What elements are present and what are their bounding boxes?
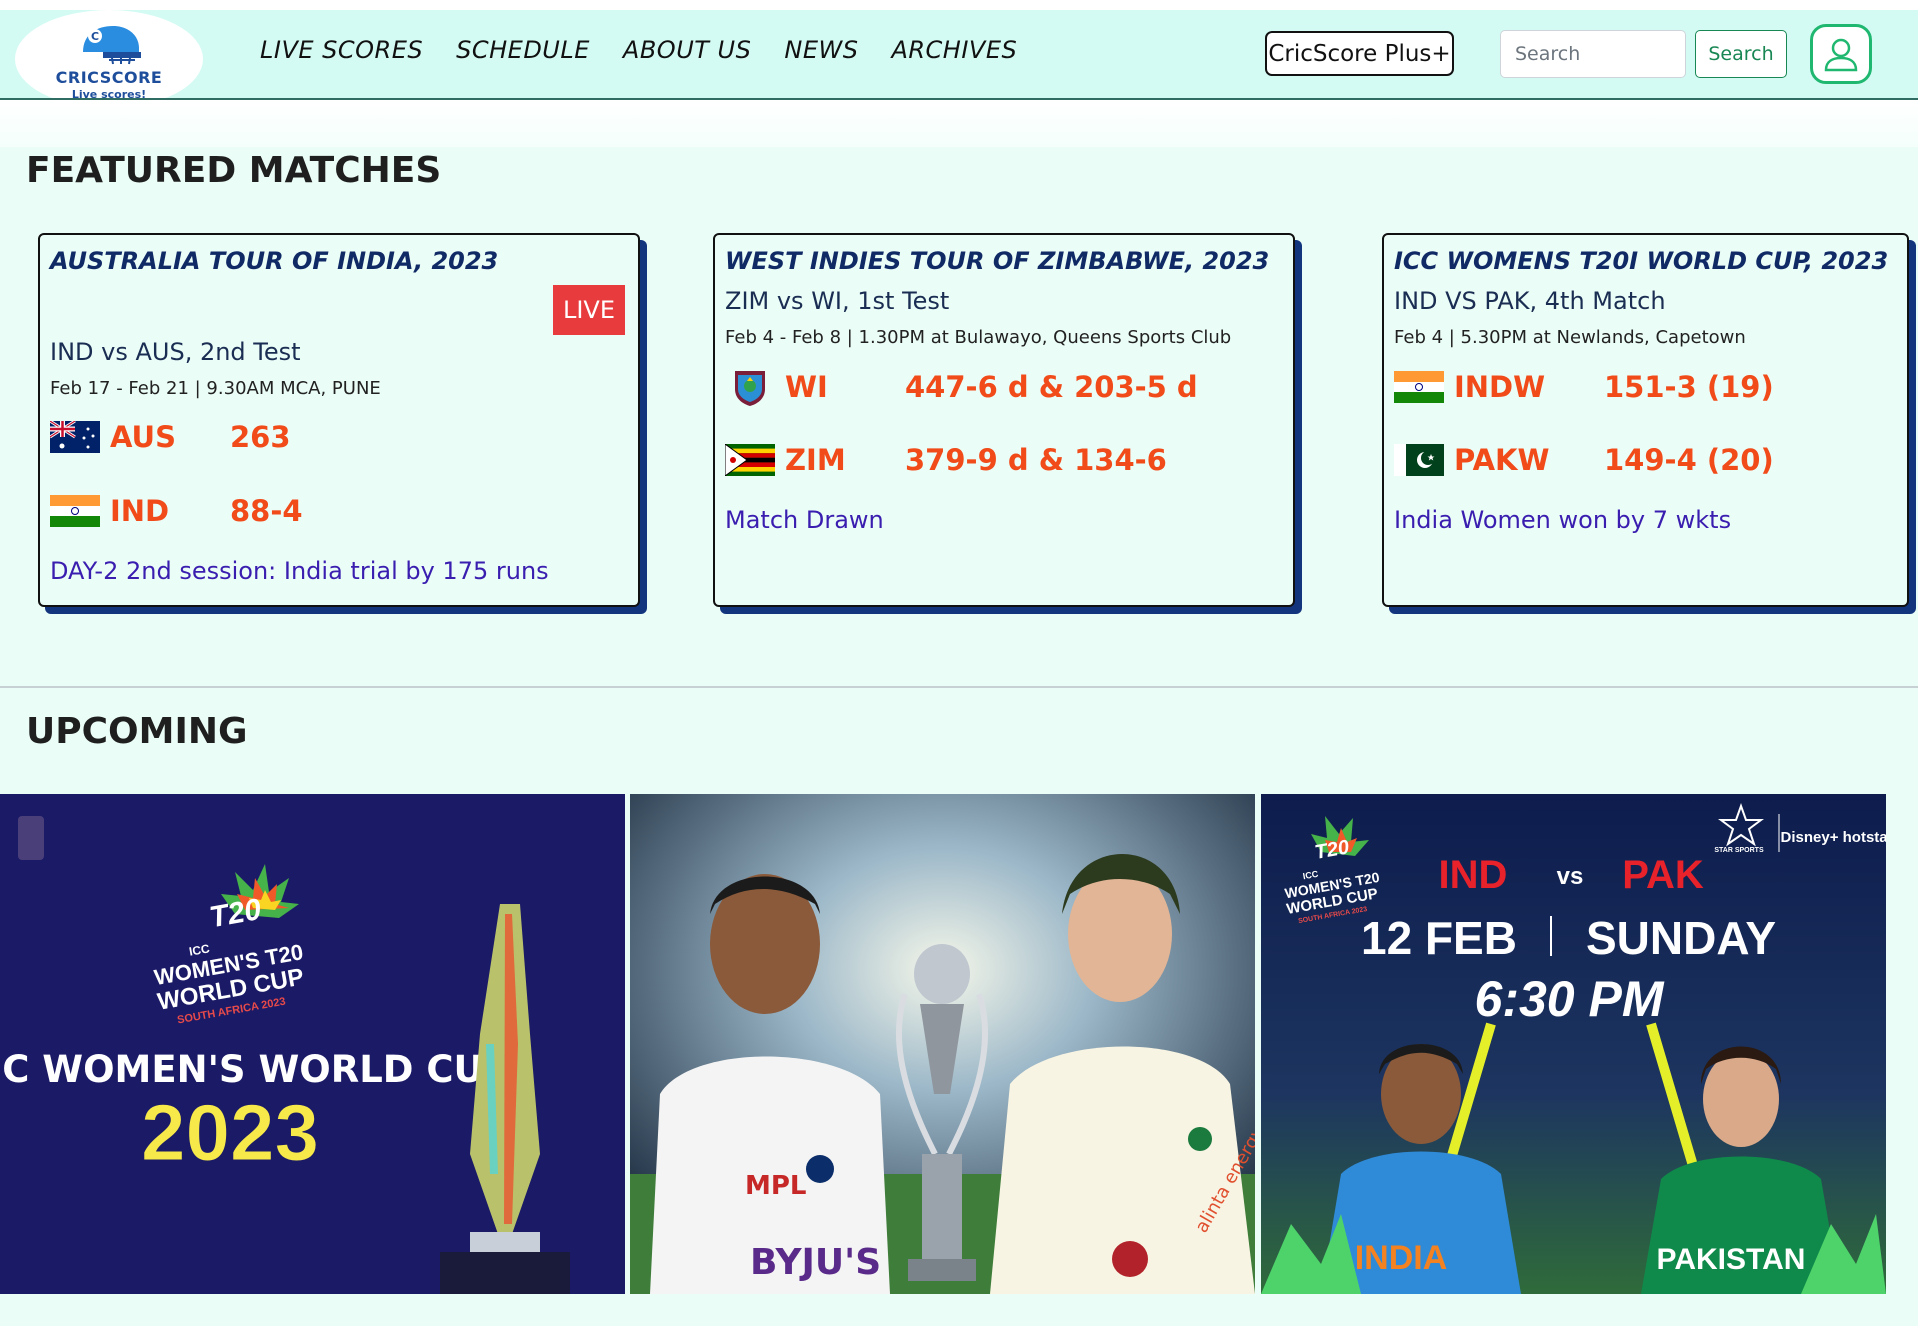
card-result-text: India Women won by 7 wkts <box>1394 506 1732 534</box>
card-match-title: IND VS PAK, 4th Match <box>1394 287 1666 315</box>
helmet-logo-icon: C <box>83 25 141 64</box>
team-row: WI 447-6 d & 203-5 d <box>725 365 1198 409</box>
team-name: WI <box>785 370 828 404</box>
card-series-title: AUSTRALIA TOUR OF INDIA, 2023 <box>50 247 499 275</box>
matchup-vs: vs <box>1557 863 1584 890</box>
team-name: AUS <box>110 420 176 454</box>
indw-pakw-poster: T20 ICC WOMEN'S T20 WORLD CUP SOUTH AFRI… <box>1261 794 1886 1294</box>
card-result-text: DAY-2 2nd session: India trial by 175 ru… <box>50 557 549 585</box>
card-match-title: ZIM vs WI, 1st Test <box>725 287 950 315</box>
svg-text:PAKISTAN: PAKISTAN <box>1657 1243 1806 1276</box>
featured-matches-heading: FEATURED MATCHES <box>26 150 442 191</box>
team-row: AUS 263 <box>50 415 291 459</box>
user-account-button[interactable] <box>1810 24 1872 84</box>
nav-link-news[interactable]: NEWS <box>784 36 858 64</box>
team-name: INDW <box>1454 370 1546 404</box>
main-nav: LIVE SCORES SCHEDULE ABOUT US NEWS ARCHI… <box>260 36 1017 64</box>
live-badge: LIVE <box>553 285 625 335</box>
match-date: 12 FEB <box>1361 912 1517 964</box>
card-match-meta: Feb 17 - Feb 21 | 9.30AM MCA, PUNE <box>50 378 381 399</box>
pakistan-flag-icon <box>1394 444 1444 476</box>
section-divider <box>0 686 1918 688</box>
match-card-aus-ind[interactable]: AUSTRALIA TOUR OF INDIA, 2023 LIVE IND v… <box>38 233 640 607</box>
site-logo[interactable]: C CRICSCORE Live scores! <box>15 10 203 108</box>
team-score: 149-4 (20) <box>1604 443 1774 477</box>
team-name: ZIM <box>785 443 846 477</box>
team-row: ZIM 379-9 d & 134-6 <box>725 438 1167 482</box>
ind-aus-test-poster: MPL BYJU'S alinta energy <box>630 794 1255 1294</box>
card-series-title: ICC WOMENS T20I WORLD CUP, 2023 <box>1394 247 1889 275</box>
hotstar-logo: Disney+ hotstar <box>1781 829 1886 846</box>
match-card-zim-wi[interactable]: WEST INDIES TOUR OF ZIMBABWE, 2023 ZIM v… <box>713 233 1295 607</box>
nav-link-schedule[interactable]: SCHEDULE <box>456 36 590 64</box>
australia-flag-icon <box>50 421 100 453</box>
nav-link-about-us[interactable]: ABOUT US <box>623 36 751 64</box>
nav-underline-strip <box>0 98 1918 147</box>
match-time: 6:30 PM <box>1475 971 1665 1027</box>
matchup-team-b: PAK <box>1622 853 1704 897</box>
team-score: 447-6 d & 203-5 d <box>905 370 1198 404</box>
upcoming-heading: UPCOMING <box>26 711 248 752</box>
india-flag-icon <box>50 495 100 527</box>
cricscore-plus-button[interactable]: CricScore Plus+ <box>1265 31 1454 76</box>
team-row: INDW 151-3 (19) <box>1394 365 1774 409</box>
svg-text:STAR SPORTS: STAR SPORTS <box>1714 847 1764 854</box>
upcoming-banner-womens-world-cup[interactable]: T20 ICC WOMEN'S T20 WORLD CUP SOUTH AFRI… <box>0 794 625 1294</box>
navbar: C CRICSCORE Live scores! LIVE SCORES SCH… <box>0 10 1918 108</box>
team-score: 379-9 d & 134-6 <box>905 443 1167 477</box>
upcoming-banner-indw-pakw[interactable]: T20 ICC WOMEN'S T20 WORLD CUP SOUTH AFRI… <box>1261 794 1886 1294</box>
matchup-team-a: IND <box>1439 853 1508 897</box>
team-row: IND 88-4 <box>50 489 303 533</box>
card-result-text: Match Drawn <box>725 506 884 534</box>
womens-world-cup-poster: T20 ICC WOMEN'S T20 WORLD CUP SOUTH AFRI… <box>0 794 625 1294</box>
india-flag-icon <box>1394 371 1444 403</box>
upcoming-banner-ind-aus-test[interactable]: MPL BYJU'S alinta energy <box>630 794 1255 1294</box>
west-indies-crest-icon <box>735 371 765 406</box>
search-input[interactable] <box>1500 30 1686 78</box>
svg-text:MPL: MPL <box>745 1171 807 1201</box>
banner-headline: ICC WOMEN'S WORLD CUP <box>0 1048 511 1091</box>
match-day: SUNDAY <box>1586 912 1776 964</box>
banner-year: 2023 <box>141 1088 319 1177</box>
svg-text:BYJU'S: BYJU'S <box>750 1242 881 1283</box>
team-score: 88-4 <box>230 494 303 528</box>
team-score: 151-3 (19) <box>1604 370 1774 404</box>
nav-link-archives[interactable]: ARCHIVES <box>891 36 1017 64</box>
team-name: PAKW <box>1454 443 1550 477</box>
team-score: 263 <box>230 420 291 454</box>
card-match-meta: Feb 4 - Feb 8 | 1.30PM at Bulawayo, Quee… <box>725 327 1232 348</box>
match-card-indw-pakw[interactable]: ICC WOMENS T20I WORLD CUP, 2023 IND VS P… <box>1382 233 1909 607</box>
search-button[interactable]: Search <box>1695 30 1787 78</box>
nav-link-live-scores[interactable]: LIVE SCORES <box>260 36 423 64</box>
card-match-title: IND vs AUS, 2nd Test <box>50 338 301 366</box>
team-name: IND <box>110 494 170 528</box>
top-edge <box>0 0 1918 10</box>
svg-text:INDIA: INDIA <box>1355 1239 1448 1277</box>
svg-text:C: C <box>91 30 99 43</box>
card-match-meta: Feb 4 | 5.30PM at Newlands, Capetown <box>1394 327 1746 348</box>
card-series-title: WEST INDIES TOUR OF ZIMBABWE, 2023 <box>725 247 1270 275</box>
team-row: PAKW 149-4 (20) <box>1394 438 1774 482</box>
user-icon <box>1824 38 1858 72</box>
zimbabwe-flag-icon <box>725 444 775 476</box>
logo-title: CRICSCORE <box>55 67 163 87</box>
